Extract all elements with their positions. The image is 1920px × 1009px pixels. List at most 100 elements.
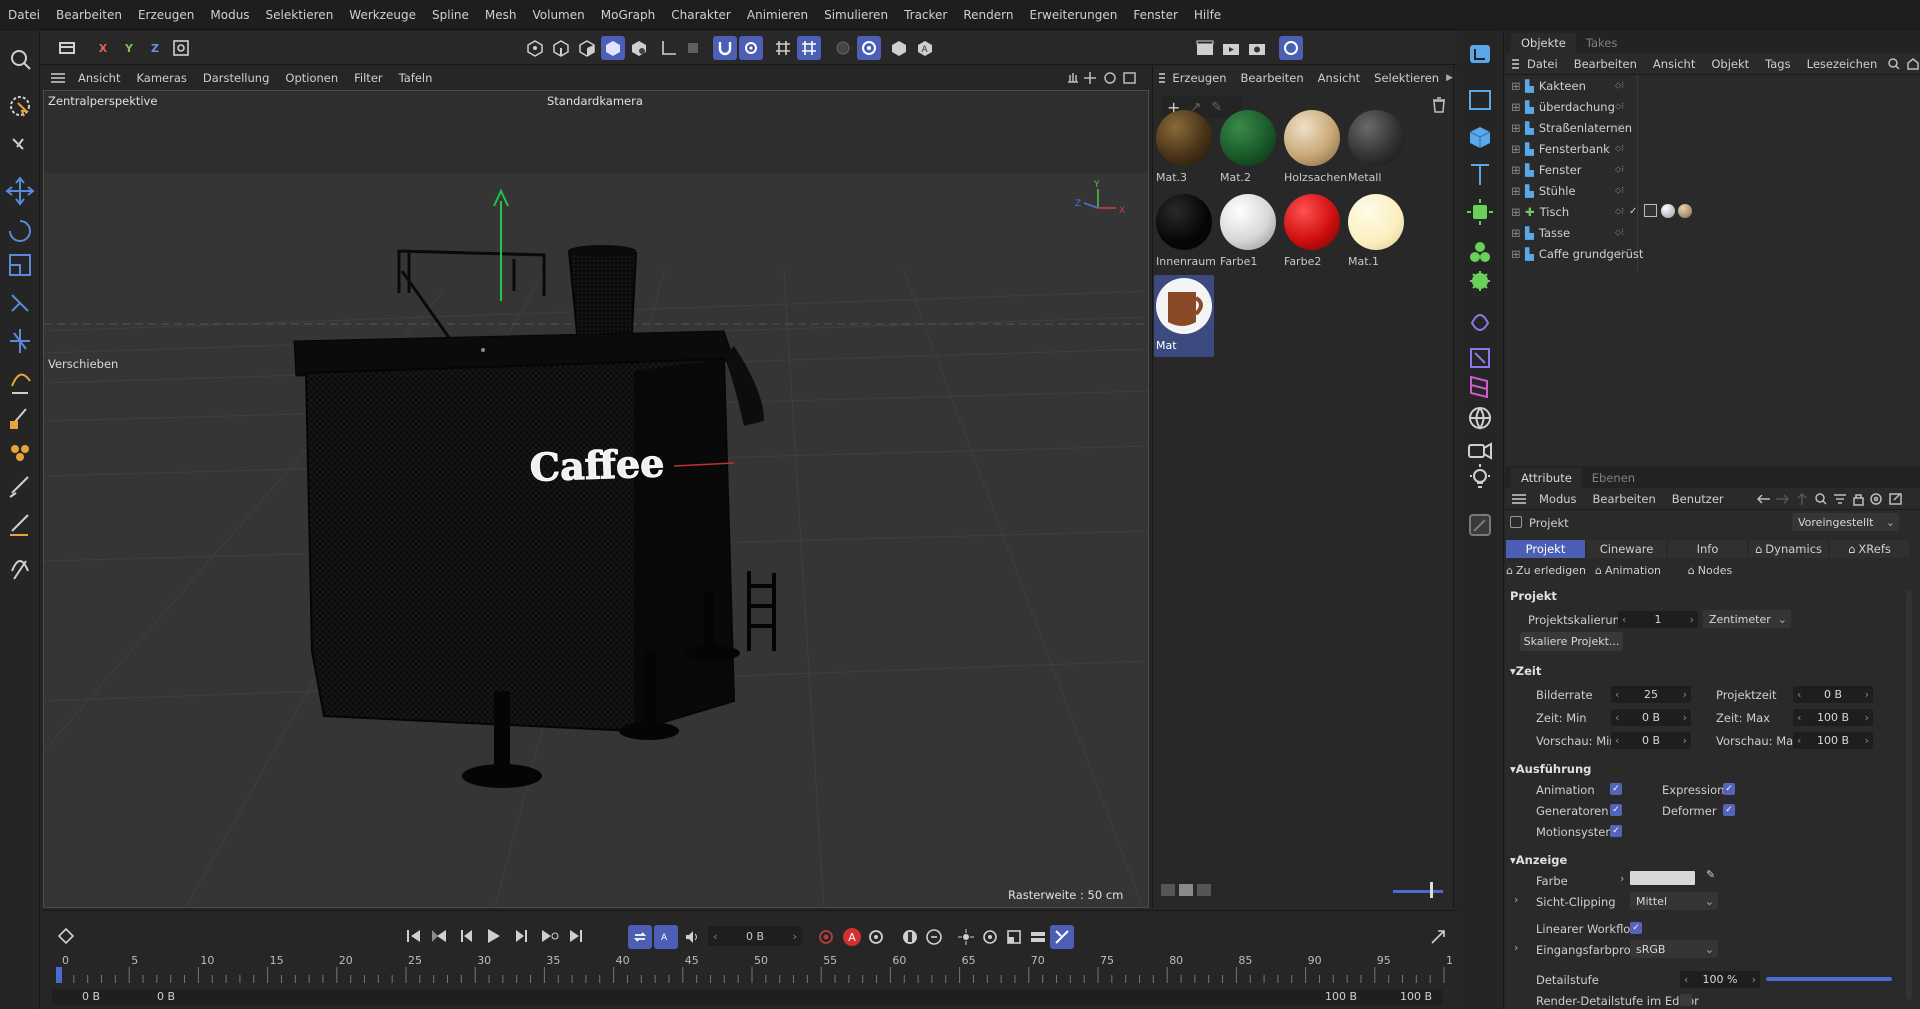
list-view-icon[interactable] (1161, 884, 1175, 896)
material-tag-icon[interactable] (1661, 204, 1675, 218)
material-innenraum[interactable]: Innenraum (1154, 191, 1216, 273)
render-instance-icon[interactable] (887, 36, 911, 60)
material-mat2[interactable]: Mat.2 (1218, 107, 1278, 189)
axis-mode-icon[interactable] (657, 36, 681, 60)
linearer-workflow-checkbox[interactable]: ✓ (1630, 922, 1642, 934)
menu-animieren[interactable]: Animieren (739, 8, 816, 22)
axis-z-toggle[interactable]: Z (143, 36, 167, 60)
visibility-icon[interactable]: ⬦⁝ (1615, 249, 1624, 259)
hamburger-icon[interactable] (1157, 71, 1166, 85)
material-menu-selektieren[interactable]: Selektieren (1367, 71, 1446, 85)
3d-viewport[interactable]: Caffee Y X Z Zentralperspektive Standard… (43, 90, 1149, 908)
sculpt-icon[interactable] (11, 445, 29, 461)
grid-snap-icon[interactable] (771, 36, 795, 60)
object-row-tisch[interactable]: ⊞ ✚ Tisch ⬦⁝ ✓ (1505, 201, 1920, 222)
object-row-caffe-grundgeruest[interactable]: ⊞ ▙ Caffe grundgerüst ⬦⁝ (1505, 243, 1920, 264)
ptab-zu-erledigen[interactable]: ⌂ Zu erledigen (1506, 562, 1586, 579)
paint-icon[interactable] (9, 476, 29, 498)
tab-takes[interactable]: Takes (1576, 33, 1628, 53)
range-end-handle-value[interactable]: 100 B (1325, 990, 1357, 1003)
unit-dropdown[interactable]: Zentimeter ⌄ (1703, 610, 1791, 628)
viewport-scene[interactable]: Caffee Y X Z (44, 91, 1149, 908)
range-end-value[interactable]: 100 B (1400, 990, 1432, 1003)
lock-icon[interactable] (1853, 493, 1864, 506)
back-arrow-icon[interactable] (1756, 493, 1770, 504)
play-mode-icon[interactable]: A (654, 925, 678, 949)
object-row-kakteen[interactable]: ⊞ ▙ Kakteen ⬦⁝ (1505, 75, 1920, 96)
range-start-value[interactable]: 0 B (82, 990, 100, 1003)
visibility-icon[interactable]: ⬦⁝ (1615, 102, 1624, 112)
visibility-icon[interactable]: ⬦⁝ (1615, 123, 1624, 133)
menu-simulieren[interactable]: Simulieren (816, 8, 896, 22)
material-metall[interactable]: Metall (1346, 107, 1406, 189)
eyedropper-icon[interactable]: ✎ (1706, 868, 1715, 881)
spline-pen-icon[interactable] (11, 373, 31, 394)
object-row-ueberdachung[interactable]: ⊞ ▙ überdachung ⬦⁝ (1505, 96, 1920, 117)
object-row-strassenlaternen[interactable]: ⊞ ▙ Straßenlaternen ⬦⁝ (1505, 117, 1920, 138)
visibility-icon[interactable]: ⬦⁝ (1615, 228, 1624, 238)
record-icon[interactable] (814, 925, 838, 949)
vorschau-min-field[interactable]: ‹ 0 B › (1611, 732, 1691, 749)
search-icon[interactable] (1888, 57, 1900, 70)
object-menu-bearbeiten[interactable]: Bearbeiten (1566, 57, 1645, 71)
motionsystem-checkbox[interactable]: ✓ (1610, 825, 1622, 837)
detailstufe-slider-track[interactable] (1766, 977, 1892, 981)
material-tag-icon[interactable] (1678, 204, 1692, 218)
object-row-fensterbank[interactable]: ⊞ ▙ Fensterbank ⬦⁝ (1505, 138, 1920, 159)
environment-icon[interactable] (1469, 407, 1491, 430)
up-arrow-icon[interactable] (1797, 492, 1807, 505)
render-settings-icon[interactable] (1245, 36, 1269, 60)
motion-pla-icon[interactable] (1050, 925, 1074, 949)
object-menu-lesezeichen[interactable]: Lesezeichen (1799, 57, 1886, 71)
render-view-icon[interactable] (1193, 36, 1217, 60)
deformer-icon[interactable] (1470, 271, 1490, 291)
object-row-fenster[interactable]: ⊞ ▙ Fenster ⬦⁝ (1505, 159, 1920, 180)
points-mode-icon[interactable] (523, 36, 547, 60)
menu-spline[interactable]: Spline (424, 8, 477, 22)
cloner-icon[interactable] (1470, 242, 1490, 262)
visibility-icon[interactable]: ⬦⁝ (1615, 165, 1624, 175)
menu-rendern[interactable]: Rendern (955, 8, 1021, 22)
axis-x-toggle[interactable]: X (91, 36, 115, 60)
sicht-clipping-dropdown[interactable]: Mittel ⌄ (1630, 892, 1718, 910)
new-window-icon[interactable] (1889, 492, 1902, 505)
menu-mesh[interactable]: Mesh (477, 8, 525, 22)
material-menu-bearbeiten[interactable]: Bearbeiten (1233, 71, 1310, 85)
keyframe-diamond-icon[interactable] (54, 924, 78, 948)
material-farbe1[interactable]: Farbe1 (1218, 191, 1278, 273)
ptab-projekt[interactable]: Projekt (1506, 540, 1585, 558)
ptab-animation[interactable]: ⌂ Animation (1588, 562, 1668, 579)
object-menu-datei[interactable]: Datei (1519, 57, 1566, 71)
range-start-handle-value[interactable]: 0 B (157, 990, 175, 1003)
trash-icon[interactable] (1431, 96, 1447, 117)
menu-bearbeiten[interactable]: Bearbeiten (48, 8, 130, 22)
vorschau-max-field[interactable]: ‹ 100 B › (1793, 732, 1873, 749)
autokey-button[interactable]: A (840, 925, 864, 949)
eingangsfarbprofil-dropdown[interactable]: sRGB ⌄ (1630, 940, 1718, 958)
motion-rotate-icon[interactable] (978, 925, 1002, 949)
viewport-menu-optionen[interactable]: Optionen (277, 71, 346, 85)
transform-tool-icon[interactable] (12, 138, 24, 150)
uvw-tag-icon[interactable] (1644, 204, 1657, 217)
render-detailstufe-checkbox[interactable] (1680, 994, 1692, 1006)
solo-options-icon[interactable] (857, 36, 881, 60)
visibility-icon[interactable]: ⬦⁝ (1615, 207, 1624, 217)
menu-hilfe[interactable]: Hilfe (1186, 8, 1229, 22)
grid-view-icon[interactable] (1179, 884, 1193, 896)
viewport-menu-ansicht[interactable]: Ansicht (70, 71, 128, 85)
tab-ebenen[interactable]: Ebenen (1582, 468, 1645, 488)
settings-icon[interactable] (1870, 492, 1882, 505)
coordinate-system-icon[interactable] (169, 36, 193, 60)
preset-dropdown[interactable]: Voreingestellt ⌄ (1792, 513, 1899, 531)
section-zeit[interactable]: ▾Zeit (1510, 664, 1541, 678)
solo-mode-icon[interactable] (831, 36, 855, 60)
camera-icon[interactable] (1468, 442, 1492, 460)
scale-project-button[interactable]: Skaliere Projekt... (1520, 632, 1623, 651)
polygons-mode-icon[interactable] (575, 36, 599, 60)
ptab-cineware[interactable]: Cineware (1587, 540, 1666, 558)
viewport-menu-filter[interactable]: Filter (346, 71, 390, 85)
menu-fenster[interactable]: Fenster (1125, 8, 1186, 22)
search-icon[interactable] (1815, 492, 1827, 505)
viewport-nav-icons[interactable] (1064, 70, 1144, 86)
filter-icon[interactable] (1834, 493, 1846, 504)
